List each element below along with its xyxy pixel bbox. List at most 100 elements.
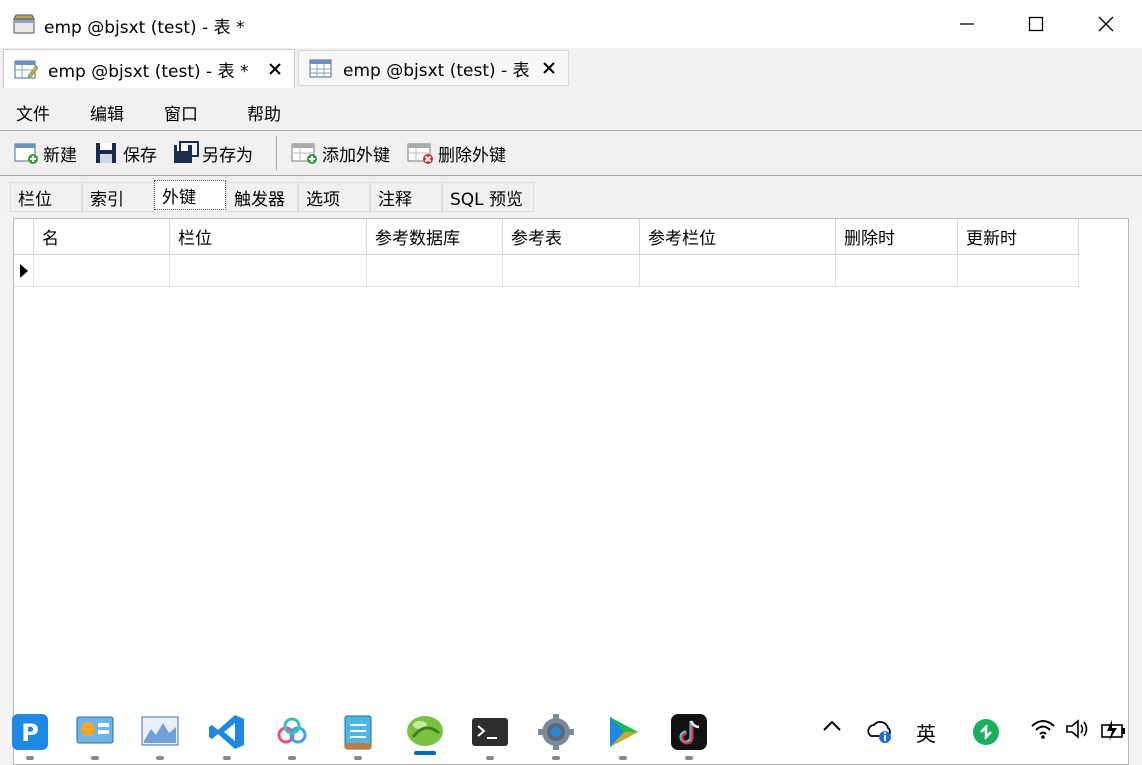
green-app-tray-icon — [973, 719, 999, 745]
taskbar-app-monitor[interactable] — [140, 712, 180, 760]
menu-bar: 文件 编辑 窗口 帮助 — [0, 88, 1142, 130]
table-edit-icon — [14, 60, 38, 79]
minimize-button[interactable] — [932, 0, 1002, 48]
new-table-icon — [14, 143, 38, 164]
taskbar-app-settings[interactable] — [536, 712, 576, 760]
tab-triggers[interactable]: 触发器 — [226, 182, 298, 212]
add-foreign-key-icon — [291, 143, 317, 164]
taskbar-app-video[interactable] — [603, 712, 643, 760]
tab-options[interactable]: 选项 — [298, 182, 370, 212]
maximize-button[interactable] — [1001, 0, 1071, 48]
tab-sql-preview[interactable]: SQL 预览 — [442, 182, 534, 212]
menu-edit[interactable]: 编辑 — [90, 100, 124, 125]
close-icon — [1098, 16, 1114, 32]
taskbar-app-terminal[interactable] — [470, 712, 510, 760]
table-row[interactable] — [14, 255, 1079, 287]
ime-indicator[interactable]: 英 — [916, 718, 936, 747]
cell-name[interactable] — [34, 255, 170, 287]
row-header-corner — [14, 219, 34, 255]
cell-on-delete[interactable] — [836, 255, 958, 287]
delete-foreign-key-button[interactable]: 删除外键 — [407, 140, 506, 166]
column-header-ref-field[interactable]: 参考栏位 — [640, 219, 836, 255]
vscode-icon — [209, 715, 244, 749]
cell-ref-database[interactable] — [367, 255, 503, 287]
cell-on-update[interactable] — [958, 255, 1079, 287]
menu-window[interactable]: 窗口 — [164, 100, 198, 125]
menu-help[interactable]: 帮助 — [247, 100, 281, 125]
foreign-key-grid[interactable]: 名 栏位 参考数据库 参考表 参考栏位 删除时 更新时 — [13, 218, 1129, 765]
tab-indexes[interactable]: 索引 — [82, 182, 154, 212]
speaker-icon — [1066, 719, 1088, 739]
taskbar-app-dashboard[interactable] — [75, 712, 115, 760]
add-foreign-key-label: 添加外键 — [322, 145, 390, 166]
title-bar: emp @bjsxt (test) - 表 * — [0, 0, 1142, 48]
add-foreign-key-button[interactable]: 添加外键 — [291, 140, 390, 166]
table-app-icon — [13, 14, 35, 34]
toolbar-separator — [276, 136, 277, 170]
new-button[interactable]: 新建 — [14, 140, 77, 166]
cell-ref-table[interactable] — [503, 255, 640, 287]
cell-ref-field[interactable] — [640, 255, 836, 287]
volume-control[interactable] — [1065, 718, 1091, 740]
close-button[interactable] — [1071, 0, 1141, 48]
save-as-button[interactable]: 另存为 — [173, 140, 253, 166]
cloud-info-icon — [867, 721, 891, 743]
tab-comment[interactable]: 注释 — [370, 182, 442, 212]
table-icon — [309, 59, 332, 78]
toolbar: 新建 保存 另存为 添加外键 删除外键 — [0, 130, 1142, 176]
current-row-arrow-icon — [19, 263, 28, 278]
battery-charging-icon — [1101, 720, 1125, 741]
close-tab-icon[interactable] — [542, 61, 556, 75]
video-player-icon — [610, 717, 638, 747]
cell-field[interactable] — [170, 255, 367, 287]
dashboard-icon — [76, 716, 114, 744]
doc-tab-label: emp @bjsxt (test) - 表 * — [48, 61, 249, 82]
close-tab-icon[interactable] — [268, 62, 282, 76]
column-header-ref-database[interactable]: 参考数据库 — [367, 219, 503, 255]
window-title: emp @bjsxt (test) - 表 * — [44, 18, 245, 38]
doc-tab-emp[interactable]: emp @bjsxt (test) - 表 — [298, 50, 569, 86]
show-hidden-icons-button[interactable] — [822, 718, 842, 732]
navicat-icon — [407, 716, 443, 746]
document-tab-strip: emp @bjsxt (test) - 表 * emp @bjsxt (test… — [0, 48, 1142, 89]
tiktok-icon — [671, 714, 707, 750]
save-button[interactable]: 保存 — [94, 140, 157, 166]
network-status[interactable] — [1030, 718, 1056, 740]
column-header-on-delete[interactable]: 删除时 — [836, 219, 958, 255]
onedrive-tray[interactable] — [866, 718, 894, 744]
chevron-up-icon — [823, 720, 841, 731]
save-label: 保存 — [123, 145, 157, 166]
column-header-field[interactable]: 栏位 — [170, 219, 367, 255]
gear-icon — [538, 714, 574, 750]
battery-status[interactable] — [1100, 718, 1128, 742]
menu-file[interactable]: 文件 — [16, 100, 50, 125]
tab-foreign-keys[interactable]: 外键 — [154, 180, 226, 210]
taskbar-app-cloud[interactable] — [272, 712, 312, 760]
row-indicator — [14, 255, 34, 287]
taskbar-app-notepad[interactable] — [338, 712, 378, 760]
taskbar-app-vscode[interactable] — [207, 712, 247, 760]
cloud-app-icon — [277, 717, 307, 744]
doc-tab-emp-modified[interactable]: emp @bjsxt (test) - 表 * — [3, 49, 295, 88]
taskbar: P 英 — [0, 700, 1142, 765]
taskbar-app-tiktok[interactable] — [669, 712, 709, 760]
save-as-label: 另存为 — [202, 145, 253, 166]
taskbar-app-p[interactable]: P — [10, 712, 50, 760]
designer-tabs: 栏位 索引 外键 触发器 选项 注释 SQL 预览 — [0, 176, 1142, 216]
column-header-on-update[interactable]: 更新时 — [958, 219, 1079, 255]
delete-foreign-key-label: 删除外键 — [438, 145, 506, 166]
save-icon — [96, 143, 116, 163]
column-header-ref-table[interactable]: 参考表 — [503, 219, 640, 255]
doc-tab-label: emp @bjsxt (test) - 表 — [343, 60, 530, 81]
new-label: 新建 — [43, 145, 77, 166]
monitor-chart-icon — [141, 716, 179, 746]
p-app-icon: P — [12, 714, 48, 750]
minimize-icon — [960, 23, 974, 25]
taskbar-app-navicat[interactable] — [397, 703, 453, 757]
tab-fields[interactable]: 栏位 — [10, 182, 82, 212]
vpn-tray[interactable] — [972, 718, 1000, 746]
terminal-icon — [472, 718, 508, 746]
maximize-icon — [1028, 16, 1044, 32]
column-header-name[interactable]: 名 — [34, 219, 170, 255]
svg-text:P: P — [21, 719, 39, 747]
